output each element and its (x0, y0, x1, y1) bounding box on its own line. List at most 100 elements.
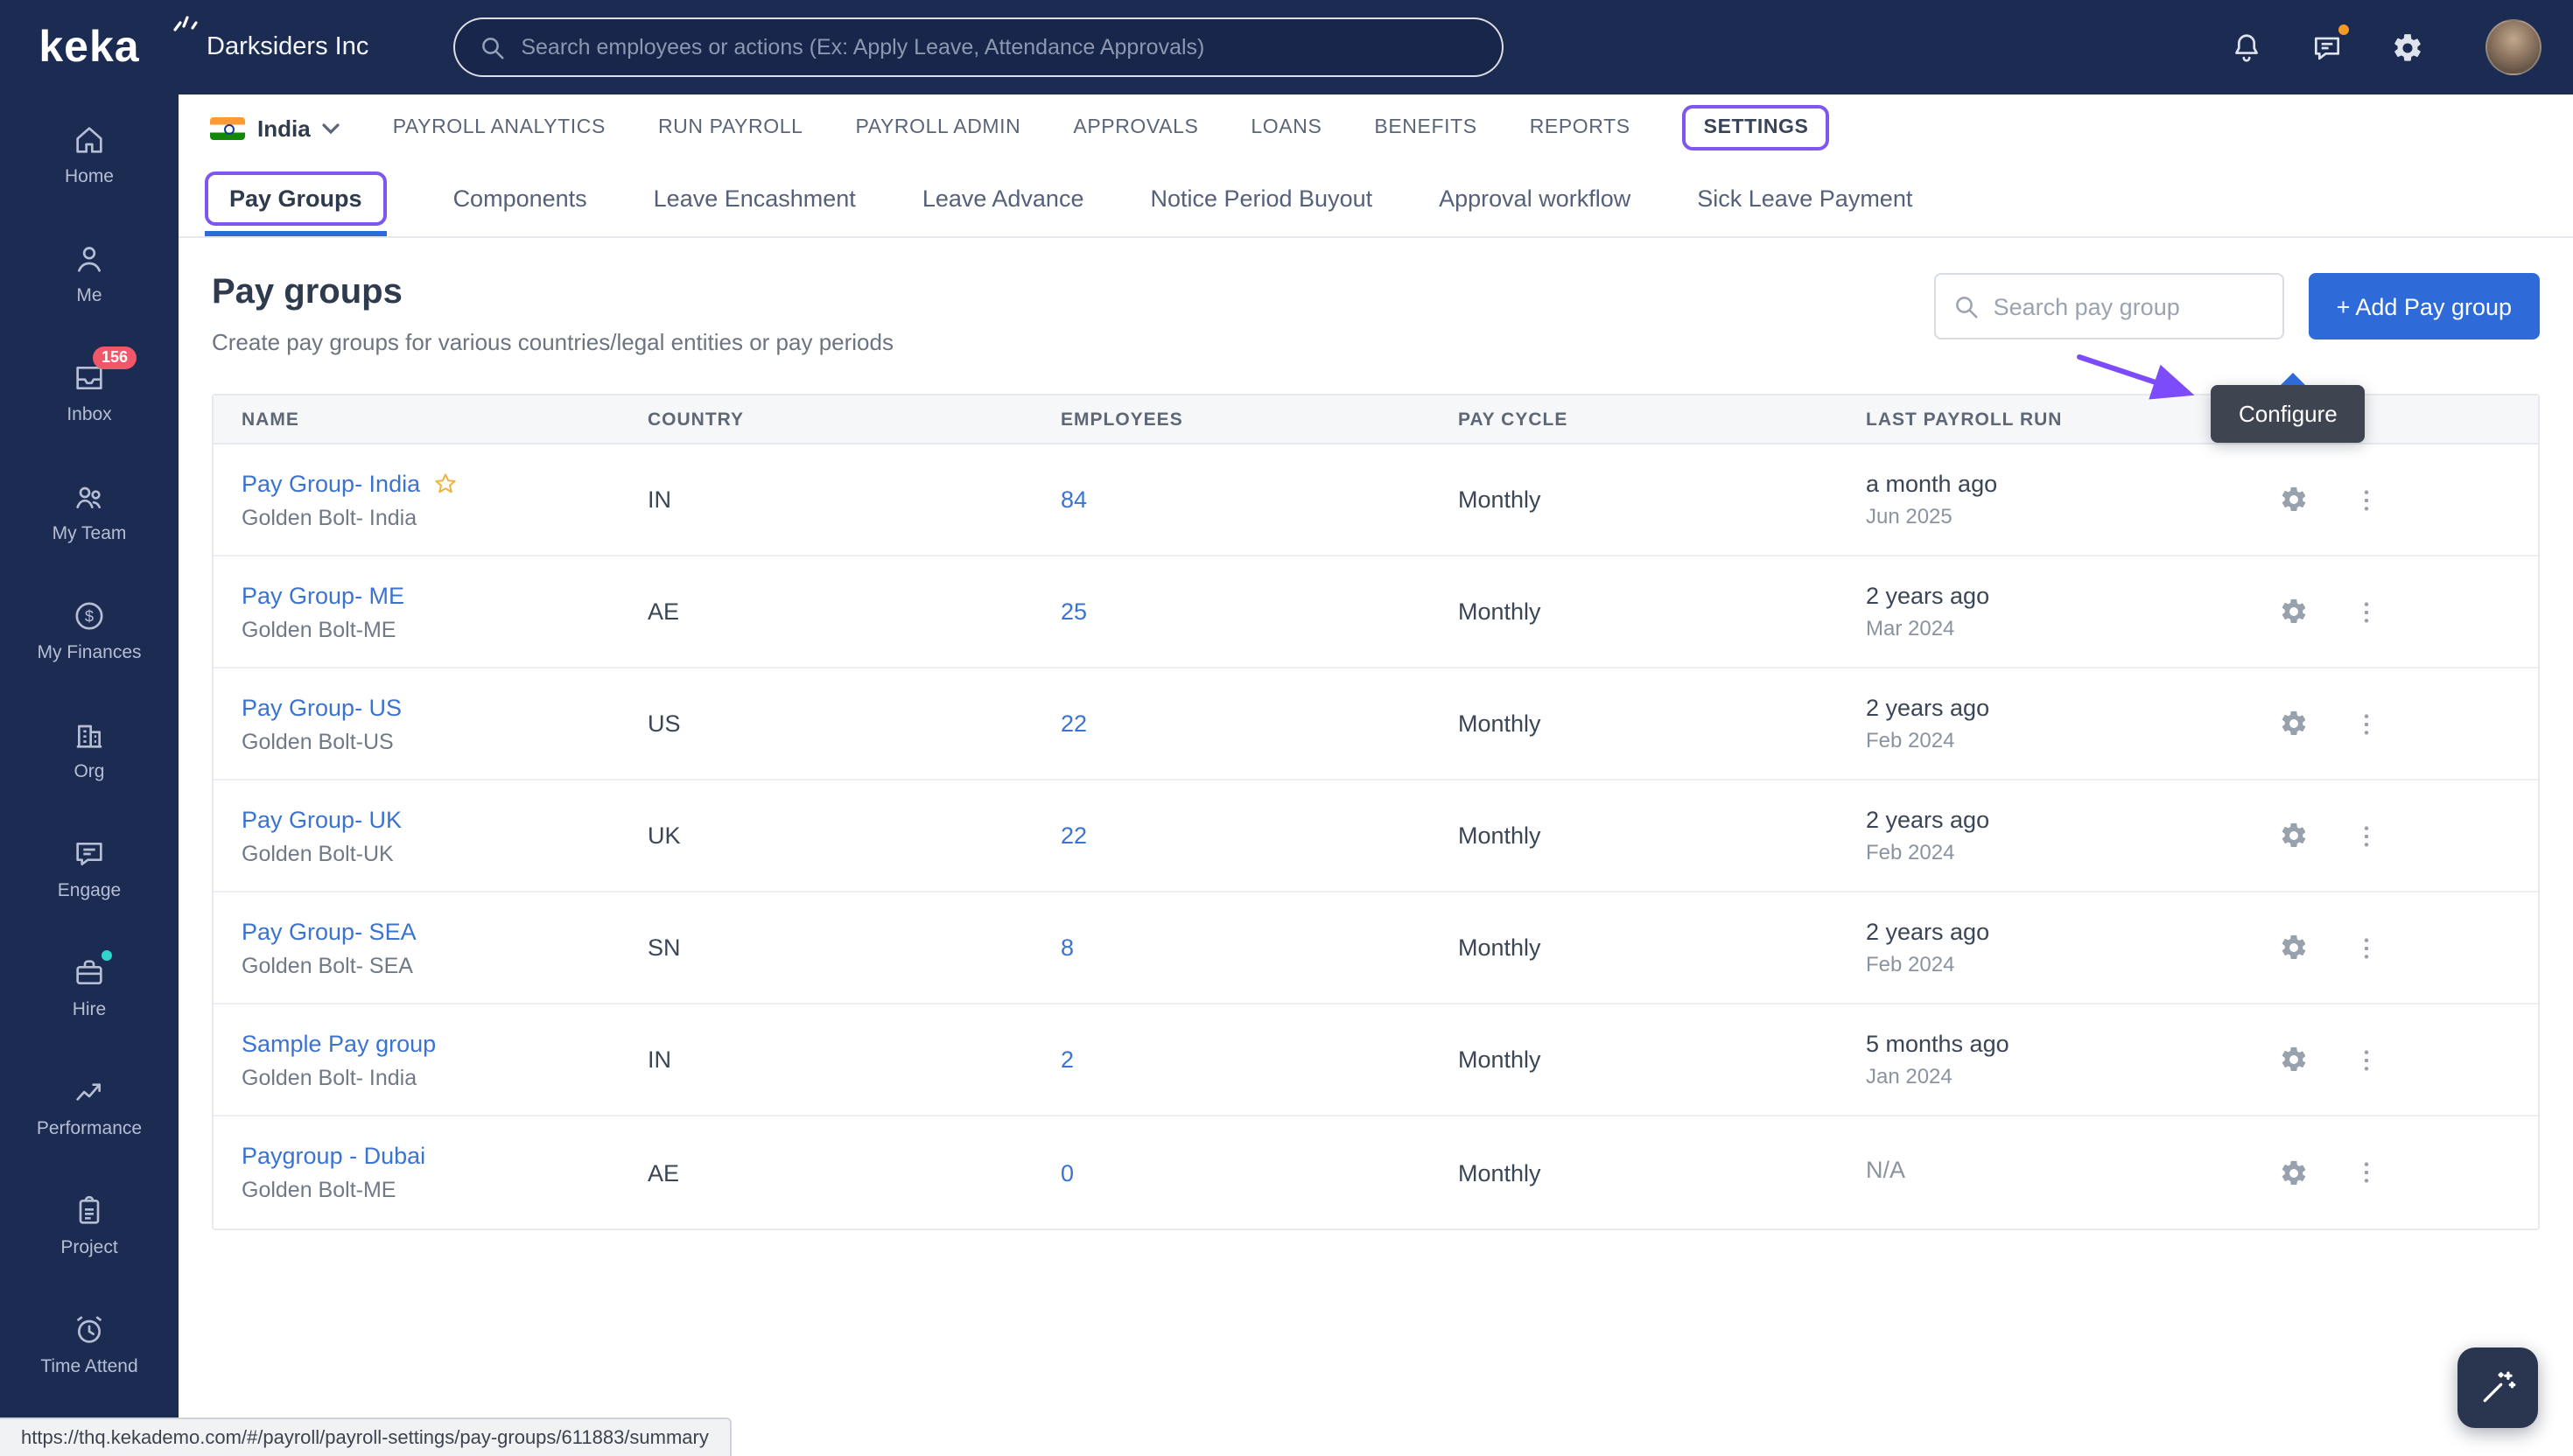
paygroup-link[interactable]: Pay Group- UK (242, 806, 402, 832)
kebab-menu-icon[interactable] (2349, 930, 2384, 965)
last-run-date: Mar 2024 (1866, 616, 2275, 640)
last-run-relative: 2 years ago (1866, 583, 2275, 609)
star-icon[interactable] (432, 470, 459, 496)
nav-run-payroll[interactable]: RUN PAYROLL (658, 117, 803, 138)
table-row[interactable]: Pay Group- India Golden Bolt- India IN 8… (214, 444, 2538, 556)
subnav-leave-advance[interactable]: Leave Advance (922, 161, 1084, 236)
sidebar-item-performance[interactable]: Performance (0, 1046, 179, 1166)
paygroup-link[interactable]: Sample Pay group (242, 1030, 436, 1056)
subnav-components[interactable]: Components (453, 161, 587, 236)
configure-gear-icon[interactable] (2275, 706, 2310, 741)
search-icon (1953, 293, 1980, 319)
table-row[interactable]: Sample Pay group Golden Bolt- India IN 2… (214, 1004, 2538, 1116)
paygroup-link[interactable]: Pay Group- India (242, 470, 420, 496)
table-row[interactable]: Pay Group- ME Golden Bolt-ME AE 25 Month… (214, 556, 2538, 668)
module-nav: India PAYROLL ANALYTICS RUN PAYROLL PAYR… (179, 94, 2573, 161)
nav-reports[interactable]: REPORTS (1530, 117, 1630, 138)
nav-settings[interactable]: SETTINGS (1683, 105, 1830, 150)
global-search[interactable] (452, 18, 1503, 77)
pay-groups-table: NAME COUNTRY EMPLOYEES PAY CYCLE LAST PA… (212, 394, 2540, 1230)
country-code: IN (648, 486, 1061, 513)
table-row[interactable]: Pay Group- US Golden Bolt-US US 22 Month… (214, 668, 2538, 780)
configure-gear-icon[interactable] (2275, 930, 2310, 965)
paygroup-link[interactable]: Pay Group- SEA (242, 918, 417, 944)
paygroup-search[interactable] (1934, 273, 2284, 340)
col-name: NAME (242, 409, 648, 430)
pay-cycle: Monthly (1458, 486, 1866, 513)
settings-gear-icon[interactable] (2387, 28, 2426, 66)
india-flag-icon (210, 116, 245, 139)
employee-count-link[interactable]: 0 (1061, 1159, 1458, 1186)
country-selector[interactable]: India (196, 108, 354, 148)
last-run-date: Feb 2024 (1866, 952, 2275, 976)
paygroup-link[interactable]: Pay Group- US (242, 694, 402, 720)
last-run-date: Jan 2024 (1866, 1064, 2275, 1088)
table-row[interactable]: Paygroup - Dubai Golden Bolt-ME AE 0 Mon… (214, 1116, 2538, 1228)
subnav-notice-period-buyout[interactable]: Notice Period Buyout (1150, 161, 1372, 236)
configure-gear-icon[interactable] (2275, 1042, 2310, 1077)
kebab-menu-icon[interactable] (2349, 482, 2384, 517)
sidebar-item-engage[interactable]: Engage (0, 808, 179, 928)
subnav-approval-workflow[interactable]: Approval workflow (1439, 161, 1630, 236)
sidebar-item-home[interactable]: Home (0, 94, 179, 214)
nav-loans[interactable]: LOANS (1251, 117, 1322, 138)
employee-count-link[interactable]: 8 (1061, 934, 1458, 961)
kebab-menu-icon[interactable] (2349, 1042, 2384, 1077)
configure-gear-icon[interactable] (2275, 818, 2310, 853)
configure-gear-icon[interactable] (2275, 594, 2310, 629)
user-avatar[interactable] (2485, 19, 2541, 75)
nav-approvals[interactable]: APPROVALS (1073, 117, 1198, 138)
add-pay-group-button[interactable]: + Add Pay group (2309, 273, 2540, 340)
top-bar: keka Darksiders Inc (0, 0, 2573, 94)
sidebar-item-hire[interactable]: Hire (0, 928, 179, 1046)
kebab-menu-icon[interactable] (2349, 594, 2384, 629)
sidebar-label: Project (60, 1236, 117, 1257)
kebab-menu-icon[interactable] (2349, 818, 2384, 853)
tooltip-text: Configure (2239, 401, 2338, 427)
subnav-pay-groups[interactable]: Pay Groups (205, 161, 387, 236)
sidebar-item-my-finances[interactable]: $ My Finances (0, 570, 179, 690)
magic-wand-fab[interactable] (2457, 1348, 2538, 1428)
table-row[interactable]: Pay Group- SEA Golden Bolt- SEA SN 8 Mon… (214, 892, 2538, 1004)
paygroup-link[interactable]: Paygroup - Dubai (242, 1143, 425, 1169)
pay-cycle: Monthly (1458, 710, 1866, 737)
sidebar-label: My Finances (37, 641, 141, 662)
nav-payroll-analytics[interactable]: PAYROLL ANALYTICS (393, 117, 606, 138)
notification-dot (2337, 23, 2351, 37)
keka-logo[interactable]: keka (0, 22, 179, 73)
legal-entity: Golden Bolt-UK (242, 841, 648, 865)
paygroup-link[interactable]: Pay Group- ME (242, 582, 404, 608)
nav-benefits[interactable]: BENEFITS (1374, 117, 1476, 138)
sidebar-item-time-attend[interactable]: Time Attend (0, 1284, 179, 1404)
employee-count-link[interactable]: 22 (1061, 710, 1458, 737)
last-run-date: Jun 2025 (1866, 504, 2275, 528)
table-row[interactable]: Pay Group- UK Golden Bolt-UK UK 22 Month… (214, 780, 2538, 892)
configure-gear-icon[interactable] (2275, 1155, 2310, 1190)
pay-cycle: Monthly (1458, 934, 1866, 961)
paygroup-search-input[interactable] (1994, 293, 2265, 319)
nav-payroll-admin[interactable]: PAYROLL ADMIN (856, 117, 1021, 138)
module-nav-items: PAYROLL ANALYTICS RUN PAYROLL PAYROLL AD… (393, 105, 1830, 150)
employee-count-link[interactable]: 22 (1061, 822, 1458, 849)
configure-gear-icon[interactable] (2275, 482, 2310, 517)
sidebar-item-project[interactable]: Project (0, 1166, 179, 1284)
employee-count-link[interactable]: 2 (1061, 1046, 1458, 1073)
employee-count-link[interactable]: 84 (1061, 486, 1458, 513)
subnav-sick-leave-payment[interactable]: Sick Leave Payment (1697, 161, 1912, 236)
chevron-down-icon (323, 122, 340, 134)
kebab-menu-icon[interactable] (2349, 1155, 2384, 1190)
subnav-leave-encashment[interactable]: Leave Encashment (654, 161, 856, 236)
sidebar-item-org[interactable]: Org (0, 690, 179, 808)
search-icon (479, 34, 505, 60)
sidebar: Home Me 156 Inbox My Team $ My Financ (0, 94, 179, 1456)
pay-cycle: Monthly (1458, 1159, 1866, 1186)
employee-count-link[interactable]: 25 (1061, 598, 1458, 625)
country-code: AE (648, 1159, 1061, 1186)
announcements-chat-icon[interactable] (2307, 28, 2345, 66)
notifications-bell-icon[interactable] (2226, 28, 2265, 66)
sidebar-item-me[interactable]: Me (0, 214, 179, 332)
global-search-input[interactable] (521, 35, 1476, 60)
sidebar-item-my-team[interactable]: My Team (0, 452, 179, 570)
kebab-menu-icon[interactable] (2349, 706, 2384, 741)
sidebar-item-inbox[interactable]: 156 Inbox (0, 332, 179, 452)
